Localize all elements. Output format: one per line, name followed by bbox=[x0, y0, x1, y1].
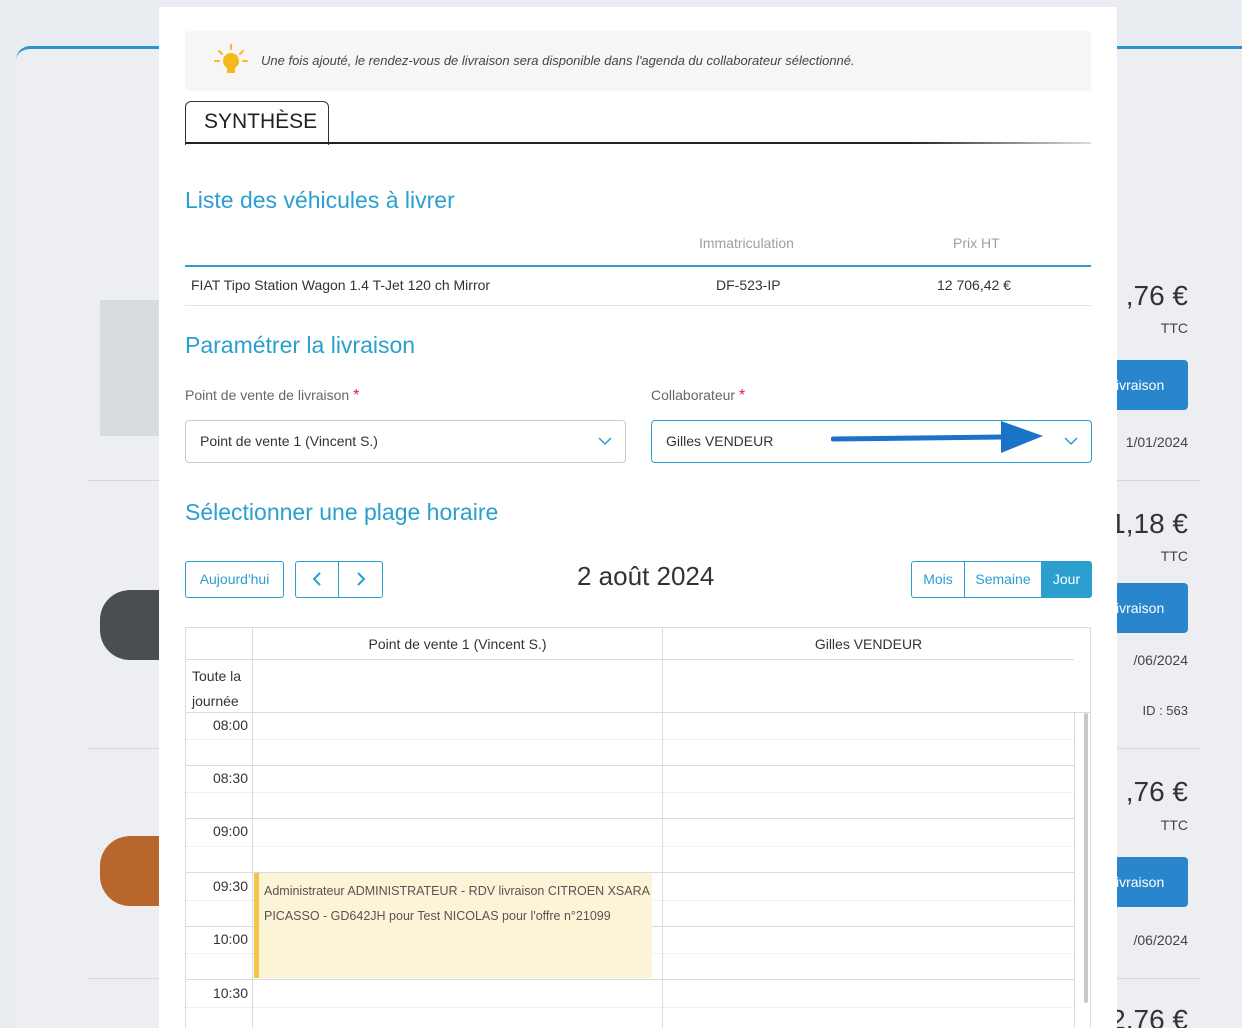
prev-button[interactable] bbox=[295, 561, 339, 598]
view-day-button[interactable]: Jour bbox=[1041, 561, 1092, 598]
calendar-row-line bbox=[186, 979, 1074, 980]
column-header-collaborator: Gilles VENDEUR bbox=[814, 636, 923, 652]
collaborator-label-text: Collaborateur bbox=[651, 387, 736, 403]
time-label: 09:00 bbox=[212, 823, 248, 839]
background-price: ,76 € bbox=[1125, 776, 1188, 807]
background-ttc: TTC bbox=[1160, 817, 1188, 833]
tab-synthese[interactable]: SYNTHÈSE bbox=[185, 101, 329, 145]
column-header-point-of-sale: Point de vente 1 (Vincent S.) bbox=[368, 636, 547, 652]
calendar-date-title: 2 août 2024 bbox=[577, 561, 715, 591]
vehicle-name: FIAT Tipo Station Wagon 1.4 T-Jet 120 ch… bbox=[191, 277, 491, 293]
view-month-button[interactable]: Mois bbox=[911, 561, 965, 598]
event-text-line: PICASSO - GD642JH pour Test NICOLAS pour… bbox=[264, 909, 611, 923]
calendar-divider bbox=[252, 628, 253, 1028]
background-price: 1,18 € bbox=[1110, 508, 1188, 539]
background-delivery-button[interactable]: ivraison bbox=[1112, 857, 1188, 907]
all-day-label-line: journée bbox=[192, 693, 239, 709]
time-label: 09:30 bbox=[212, 878, 248, 894]
background-car-thumbnail bbox=[100, 836, 160, 906]
delivery-section-title: Paramétrer la livraison bbox=[185, 332, 416, 358]
next-button[interactable] bbox=[338, 561, 383, 598]
vehicle-immat: DF-523-IP bbox=[716, 277, 781, 293]
info-banner: Une fois ajouté, le rendez-vous de livra… bbox=[185, 31, 1091, 91]
background-date: /06/2024 bbox=[1133, 932, 1189, 948]
background-ttc: TTC bbox=[1160, 548, 1188, 564]
delivery-modal: Une fois ajouté, le rendez-vous de livra… bbox=[159, 7, 1117, 1028]
event-text-line: Administrateur ADMINISTRATEUR - RDV livr… bbox=[264, 884, 650, 898]
calendar-scrollbar[interactable] bbox=[1084, 713, 1088, 1003]
table-row-divider bbox=[185, 305, 1091, 306]
time-label: 08:30 bbox=[212, 770, 248, 786]
all-day-label-line: Toute la bbox=[192, 668, 242, 684]
background-price: 2,76 € bbox=[1110, 1004, 1188, 1028]
calendar-half-line bbox=[186, 1007, 1074, 1008]
calendar-grid: Point de vente 1 (Vincent S.) Gilles VEN… bbox=[185, 627, 1091, 1028]
collaborator-value: Gilles VENDEUR bbox=[666, 433, 774, 449]
calendar-row-line bbox=[186, 818, 1074, 819]
background-delivery-button[interactable]: ivraison bbox=[1112, 360, 1188, 410]
vehicle-price: 12 706,42 € bbox=[937, 277, 1011, 293]
background-id: ID : 563 bbox=[1142, 703, 1188, 718]
background-ttc: TTC bbox=[1160, 320, 1188, 336]
view-week-button[interactable]: Semaine bbox=[964, 561, 1042, 598]
today-button[interactable]: Aujourd'hui bbox=[185, 561, 284, 598]
required-mark: * bbox=[738, 387, 746, 404]
background-delivery-button[interactable]: ivraison bbox=[1112, 583, 1188, 633]
vehicles-section-title: Liste des véhicules à livrer bbox=[185, 187, 455, 213]
calendar-half-line bbox=[186, 792, 1074, 793]
calendar-row-line bbox=[186, 712, 1090, 713]
time-label: 10:30 bbox=[212, 985, 248, 1001]
table-header-divider bbox=[185, 265, 1091, 267]
background-car-thumbnail bbox=[100, 300, 160, 436]
background-date: 1/01/2024 bbox=[1125, 434, 1188, 450]
background-price: ,76 € bbox=[1125, 280, 1188, 311]
point-of-sale-label-text: Point de vente de livraison bbox=[185, 387, 350, 403]
schedule-section-title: Sélectionner une plage horaire bbox=[185, 499, 499, 525]
calendar-divider bbox=[662, 628, 663, 1028]
lightbulb-icon bbox=[214, 44, 248, 73]
time-label: 08:00 bbox=[212, 717, 248, 733]
collaborator-label: Collaborateur * bbox=[651, 387, 745, 405]
column-header-immatriculation: Immatriculation bbox=[699, 235, 794, 251]
required-mark: * bbox=[353, 387, 360, 404]
chevron-left-icon bbox=[312, 572, 321, 586]
background-date: /06/2024 bbox=[1133, 652, 1189, 668]
point-of-sale-select[interactable]: Point de vente 1 (Vincent S.) bbox=[185, 420, 626, 463]
time-label: 10:00 bbox=[212, 931, 248, 947]
column-header-price: Prix HT bbox=[953, 235, 1000, 251]
point-of-sale-value: Point de vente 1 (Vincent S.) bbox=[200, 433, 378, 449]
calendar-divider bbox=[1074, 713, 1075, 1028]
background-car-thumbnail bbox=[100, 590, 160, 660]
calendar-half-line bbox=[186, 739, 1074, 740]
info-text: Une fois ajouté, le rendez-vous de livra… bbox=[261, 53, 855, 68]
chevron-right-icon bbox=[356, 572, 365, 586]
point-of-sale-label: Point de vente de livraison * bbox=[185, 387, 359, 405]
calendar-row-line bbox=[186, 659, 1074, 660]
calendar-event[interactable]: Administrateur ADMINISTRATEUR - RDV livr… bbox=[254, 873, 652, 978]
all-day-label: Toute la journée bbox=[192, 664, 241, 714]
chevron-down-icon bbox=[598, 437, 612, 446]
calendar-row-line bbox=[186, 765, 1074, 766]
arrow-annotation-icon bbox=[831, 421, 1043, 453]
chevron-down-icon bbox=[1064, 437, 1078, 446]
calendar-half-line bbox=[186, 846, 1074, 847]
tab-underline bbox=[185, 142, 1091, 144]
